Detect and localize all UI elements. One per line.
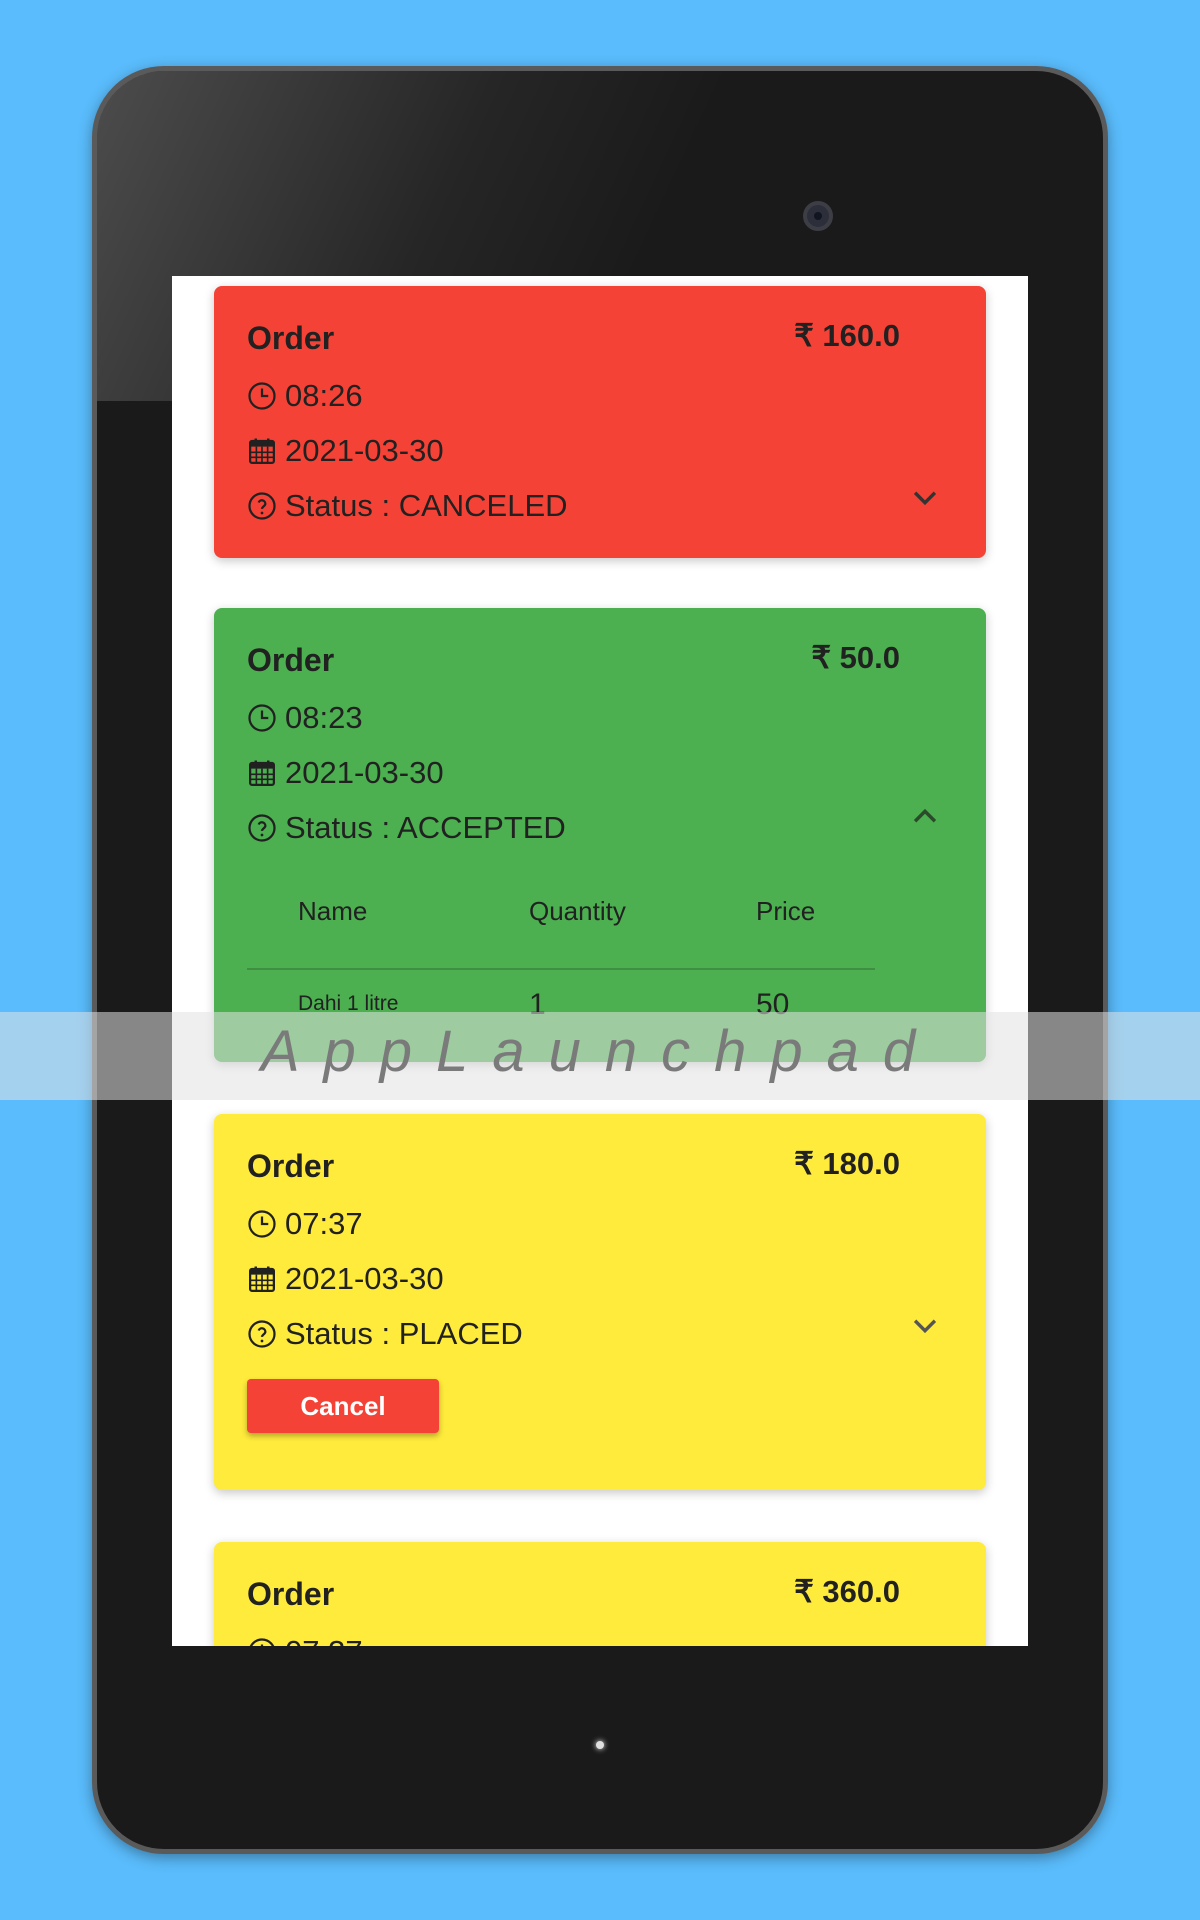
order-title: Order [247,1576,335,1612]
watermark-banner: AppLaunchpad [0,1012,1200,1100]
order-date-row: 2021-03-30 [247,1261,444,1297]
help-circle-icon [248,814,276,842]
order-date: 2021-03-30 [285,433,444,468]
help-circle-icon [248,1320,276,1348]
order-time-row: 07:37 [247,1206,363,1242]
table-divider [247,968,875,970]
chevron-down-icon[interactable] [908,1308,942,1342]
order-status: Status : ACCEPTED [285,810,566,845]
help-circle-icon [248,492,276,520]
order-time-row: 08:23 [247,700,363,736]
home-indicator [596,1741,604,1749]
order-title: Order [247,1148,335,1184]
order-card-placed[interactable]: Order ₹ 180.0 07:37 2021-03-30 Status : … [214,1114,986,1490]
order-price: ₹ 360.0 [794,1574,900,1609]
order-time: 08:23 [285,700,363,735]
table-header-price: Price [756,896,816,926]
chevron-down-icon[interactable] [908,480,942,514]
chevron-up-icon[interactable] [908,800,942,834]
order-time: 07:37 [285,1206,363,1241]
order-status: Status : CANCELED [285,488,568,523]
order-date-row: 2021-03-30 [247,433,444,469]
order-date-row: 2021-03-30 [247,755,444,791]
cancel-order-button[interactable]: Cancel [247,1379,439,1433]
front-camera [803,201,833,231]
order-price: ₹ 160.0 [794,318,900,353]
clock-icon [249,1638,275,1646]
clock-icon [248,1210,276,1238]
order-card-canceled[interactable]: Order ₹ 160.0 08:26 2021-03-30 Status : … [214,286,986,558]
order-date: 2021-03-30 [285,755,444,790]
order-title: Order [247,320,335,356]
order-price: ₹ 50.0 [811,640,900,675]
watermark-text: AppLaunchpad [260,1019,940,1084]
order-status-row: Status : ACCEPTED [247,810,566,846]
order-time: 07:37 [285,1634,363,1646]
table-header-name: Name [298,896,368,926]
calendar-icon [249,438,275,464]
order-status-row: Status : CANCELED [247,488,568,524]
order-card-accepted[interactable]: Order ₹ 50.0 08:23 2021-03-30 Status : A… [214,608,986,1062]
calendar-icon [249,760,275,786]
clock-icon [248,704,276,732]
order-status: Status : PLACED [285,1316,523,1351]
order-title: Order [247,642,335,678]
table-header-quantity: Quantity [529,896,626,926]
order-date: 2021-03-30 [285,1261,444,1296]
clock-icon [248,382,276,410]
calendar-icon [249,1266,275,1292]
order-card-partial[interactable]: Order ₹ 360.0 07:37 [214,1542,986,1646]
order-price: ₹ 180.0 [794,1146,900,1181]
app-screen: Order ₹ 160.0 08:26 2021-03-30 Status : … [172,276,1028,1646]
order-time-row: 07:37 [247,1634,363,1646]
order-time: 08:26 [285,378,363,413]
order-time-row: 08:26 [247,378,363,414]
order-status-row: Status : PLACED [247,1316,523,1352]
